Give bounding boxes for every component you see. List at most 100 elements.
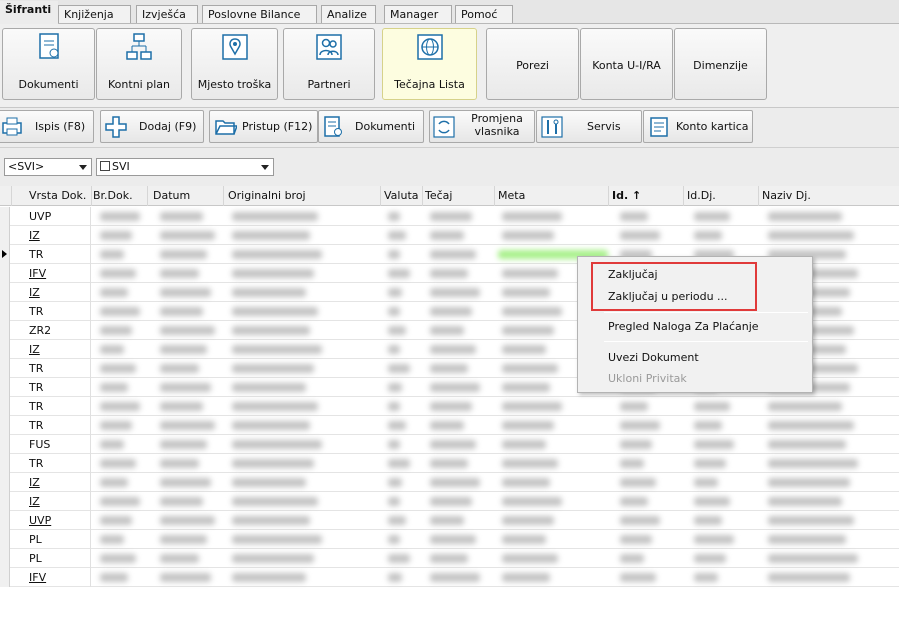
redacted-cell <box>160 554 199 563</box>
tecajna-lista-button[interactable]: Tečajna Lista <box>382 28 477 100</box>
col-datum[interactable]: Datum <box>150 186 224 206</box>
tab-pomoc[interactable]: Pomoć <box>455 5 513 23</box>
table-row[interactable]: UVP <box>0 511 899 530</box>
table-row[interactable]: IZ <box>0 473 899 492</box>
col-originalni-broj[interactable]: Originalni broj <box>225 186 381 206</box>
konta-label: Konta U-I/RA <box>592 59 661 72</box>
promjena-vlasnika-button[interactable]: Promjena vlasnika <box>429 110 535 143</box>
redacted-cell <box>694 497 730 506</box>
redacted-cell <box>430 535 476 544</box>
redacted-cell <box>430 288 480 297</box>
redacted-cell <box>502 478 550 487</box>
redacted-cells <box>0 207 899 226</box>
col-id[interactable]: Id. ↑ <box>609 186 684 206</box>
menu-separator <box>604 312 808 313</box>
col-tecaj[interactable]: Tečaj <box>422 186 495 206</box>
document-icon <box>322 116 344 138</box>
tab-knjizenja[interactable]: Knjiženja <box>58 5 131 23</box>
tab-sifranti[interactable]: Šifranti <box>0 1 58 24</box>
redacted-cell <box>694 421 722 430</box>
filter-combo-1[interactable]: <SVI> <box>4 158 92 176</box>
table-row[interactable]: TR <box>0 397 899 416</box>
redacted-cell <box>232 478 306 487</box>
konta-button[interactable]: Konta U-I/RA <box>580 28 673 100</box>
partneri-button[interactable]: Partneri <box>283 28 375 100</box>
konto-kartica-button[interactable]: Konto kartica <box>643 110 753 143</box>
redacted-cell <box>160 383 211 392</box>
redacted-cell <box>232 497 318 506</box>
col-meta[interactable]: Meta <box>495 186 609 206</box>
dokumenti-toolbar-label: Dokumenti <box>355 120 416 133</box>
dokumenti-button[interactable]: Dokumenti <box>2 28 95 100</box>
redacted-cell <box>388 478 402 487</box>
redacted-cell <box>100 459 136 468</box>
redacted-cell <box>620 554 644 563</box>
col-naziv-dj[interactable]: Naziv Dj. <box>759 186 899 206</box>
redacted-cell <box>388 326 406 335</box>
col-id-dj[interactable]: Id.Dj. <box>684 186 759 206</box>
table-row[interactable]: PL <box>0 530 899 549</box>
redacted-cell <box>232 288 306 297</box>
menu-ukloni-privitak: Ukloni Privitak <box>608 372 687 385</box>
redacted-cell <box>620 459 644 468</box>
dokumenti-toolbar-button[interactable]: Dokumenti <box>318 110 424 143</box>
col-br-dok[interactable]: Br.Dok. <box>90 186 148 206</box>
redacted-cell <box>768 459 858 468</box>
porezi-button[interactable]: Porezi <box>486 28 579 100</box>
dodaj-button[interactable]: Dodaj (F9) <box>100 110 204 143</box>
ribbon: Dokumenti Kontni plan Mjesto troška Part… <box>0 24 899 108</box>
redacted-cell <box>160 269 199 278</box>
tab-manager[interactable]: Manager <box>384 5 452 23</box>
col-valuta[interactable]: Valuta <box>381 186 423 206</box>
redacted-cell <box>694 478 718 487</box>
table-row[interactable]: TR <box>0 416 899 435</box>
redacted-cell <box>160 459 199 468</box>
mjesto-troska-button[interactable]: Mjesto troška <box>191 28 278 100</box>
table-row[interactable]: UVP <box>0 207 899 226</box>
tab-poslovne-bilance[interactable]: Poslovne Bilance <box>202 5 317 23</box>
menu-pregled-naloga[interactable]: Pregled Naloga Za Plaćanje <box>608 320 759 333</box>
redacted-cell <box>768 554 858 563</box>
redacted-cell <box>694 231 722 240</box>
table-row[interactable]: PL <box>0 549 899 568</box>
servis-label: Servis <box>587 120 621 133</box>
col-vrsta-dok[interactable]: Vrsta Dok. <box>26 186 92 206</box>
checkbox[interactable] <box>100 161 110 171</box>
redacted-cell <box>232 269 314 278</box>
tab-izvjesca[interactable]: Izvješća <box>136 5 198 23</box>
tecajna-lista-label: Tečajna Lista <box>394 78 465 91</box>
servis-button[interactable]: Servis <box>536 110 642 143</box>
document-icon <box>34 32 64 62</box>
redacted-cell <box>430 250 476 259</box>
table-row[interactable]: IZ <box>0 226 899 245</box>
redacted-cell <box>388 402 400 411</box>
redacted-cell <box>232 402 318 411</box>
redacted-cell <box>160 497 203 506</box>
table-row[interactable]: TR <box>0 454 899 473</box>
dimenzije-button[interactable]: Dimenzije <box>674 28 767 100</box>
redacted-cell <box>232 307 318 316</box>
tab-analize[interactable]: Analize <box>321 5 376 23</box>
filter-row: <SVI> SVI <box>0 154 899 184</box>
redacted-cell <box>620 440 652 449</box>
redacted-cell <box>232 364 314 373</box>
redacted-cell <box>388 497 400 506</box>
menu-separator <box>604 341 808 342</box>
pristup-button[interactable]: Pristup (F12) <box>209 110 318 143</box>
redacted-cell <box>388 383 402 392</box>
menu-uvezi-dokument[interactable]: Uvezi Dokument <box>608 351 699 364</box>
redacted-cell <box>160 516 215 525</box>
redacted-cell <box>388 364 410 373</box>
ispis-button[interactable]: Ispis (F8) <box>0 110 94 143</box>
table-row[interactable]: FUS <box>0 435 899 454</box>
table-row[interactable]: IFV <box>0 568 899 587</box>
redacted-cell <box>694 440 734 449</box>
table-row[interactable]: IZ <box>0 492 899 511</box>
redacted-cell <box>694 212 730 221</box>
kontni-plan-button[interactable]: Kontni plan <box>96 28 182 100</box>
redacted-cells <box>0 473 899 492</box>
redacted-cell <box>388 345 400 354</box>
redacted-cell <box>768 212 842 221</box>
folder-open-icon <box>215 116 237 138</box>
filter-combo-2[interactable]: SVI <box>96 158 274 176</box>
